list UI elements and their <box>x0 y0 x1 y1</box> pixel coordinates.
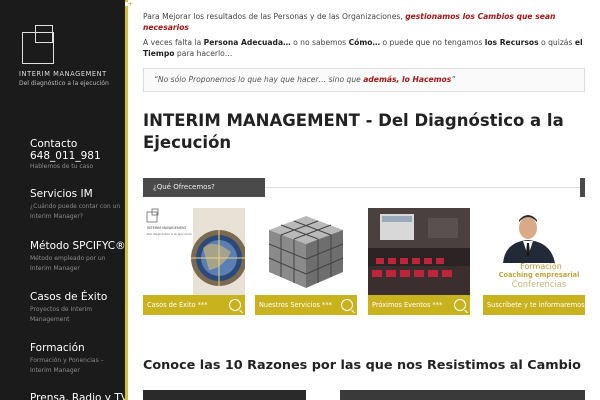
sidebar-item-label: Prensa, Radio y TV <box>30 392 128 400</box>
search-icon[interactable] <box>341 299 353 311</box>
intro-text: Para Mejorar los resultados de las Perso… <box>143 12 587 59</box>
card-image[interactable]: Formación Coaching empresarial Conferenc… <box>483 208 585 295</box>
logo-title[interactable]: INTERIM MANAGEMENT <box>19 70 107 78</box>
sidebar: INTERIM MANAGEMENT Del diagnóstico a la … <box>0 0 128 400</box>
sidebar-item-prensa[interactable]: Prensa, Radio y TV <box>30 392 128 400</box>
scrollbar[interactable] <box>125 0 128 400</box>
sidebar-item-servicios[interactable]: Servicios IM ¿Cuándo puede contar con un… <box>30 188 125 222</box>
sidebar-item-metodo[interactable]: Método SPCIFYC® Método empleado por un I… <box>30 240 126 274</box>
sidebar-item-desc: Hablemos de tu caso <box>30 163 94 170</box>
sidebar-item-contacto[interactable]: Contacto 648_011_981 Hablemos de tu caso <box>30 138 125 172</box>
page-title: INTERIM MANAGEMENT - Del Diagnóstico a l… <box>143 111 564 152</box>
card-casos-exito[interactable]: INTERIM MANAGEMENT Del diagnóstico a la … <box>143 208 245 315</box>
sidebar-item-desc: Método empleado por un Interim Manager <box>30 255 106 272</box>
sidebar-item-phone: 648_011_981 <box>30 150 101 162</box>
intro-paragraph-1: Para Mejorar los resultados de las Perso… <box>143 12 556 32</box>
sidebar-item-label: Casos de Éxito <box>30 291 108 303</box>
intro-paragraph-2: A veces falta la Persona Adecuada… o no … <box>143 38 583 58</box>
card-caption[interactable]: Próximos Eventos *** <box>368 295 470 315</box>
plus-icon[interactable]: + <box>128 1 133 8</box>
page: INTERIM MANAGEMENT Del diagnóstico a la … <box>0 0 600 400</box>
sidebar-item-desc: Formación y Ponencias – Interim Manager <box>30 357 104 374</box>
card-suscribete[interactable]: Formación Coaching empresarial Conferenc… <box>483 208 585 315</box>
card-eventos[interactable]: Próximos Eventos *** <box>368 208 470 315</box>
card-image[interactable]: INTERIM MANAGEMENT Del diagnóstico a la … <box>143 208 245 295</box>
card-caption[interactable]: Casos de Éxito *** <box>143 295 245 315</box>
logo-icon[interactable] <box>22 25 54 64</box>
video-thumbnail[interactable] <box>143 390 306 400</box>
video-thumbnail[interactable] <box>340 390 585 400</box>
logo-subtitle: Del diagnóstico a la ejecución <box>19 80 109 87</box>
card-servicios[interactable]: Nuestros Servicios *** <box>255 208 357 315</box>
quote-box: “No sólo Proponemos lo que hay que hacer… <box>143 68 585 92</box>
sidebar-item-formacion[interactable]: Formación Formación y Ponencias – Interi… <box>30 342 125 376</box>
card-overlay-formacion: Formación <box>520 262 562 271</box>
card-image[interactable] <box>368 208 470 295</box>
section-divider <box>265 187 580 188</box>
sidebar-item-label: Servicios IM <box>30 188 93 200</box>
sidebar-item-label: Contacto <box>30 138 78 150</box>
card-logo-subtitle: Del diagnóstico a la ejecución <box>147 232 192 236</box>
search-icon[interactable] <box>454 299 466 311</box>
card-caption[interactable]: Suscríbete y te informaremos <box>483 295 585 315</box>
card-image[interactable] <box>255 208 357 295</box>
sidebar-item-label: Método SPCIFYC® <box>30 240 126 252</box>
section-end-block <box>580 178 585 197</box>
card-caption[interactable]: Nuestros Servicios *** <box>255 295 357 315</box>
card-logo-title: INTERIM MANAGEMENT <box>147 226 187 230</box>
sidebar-item-desc: Proyectos de Interim Management <box>30 306 93 323</box>
conference-room-image <box>368 208 470 295</box>
search-icon[interactable] <box>229 299 241 311</box>
sidebar-item-desc: ¿Cuándo puede contar con un Interim Mana… <box>30 203 121 220</box>
section-title-razones: Conoce las 10 Razones por las que nos Re… <box>143 358 581 373</box>
sidebar-item-label: Formación <box>30 342 85 354</box>
card-overlay-coaching: Coaching empresarial <box>498 271 580 279</box>
sidebar-item-casos[interactable]: Casos de Éxito Proyectos de Interim Mana… <box>30 291 125 325</box>
section-header: ¿Qué Ofrecemos? <box>143 178 265 197</box>
card-overlay-conferencias: Conferencias <box>511 279 567 289</box>
compass-image <box>143 208 245 295</box>
rubiks-cube-image <box>255 208 357 295</box>
